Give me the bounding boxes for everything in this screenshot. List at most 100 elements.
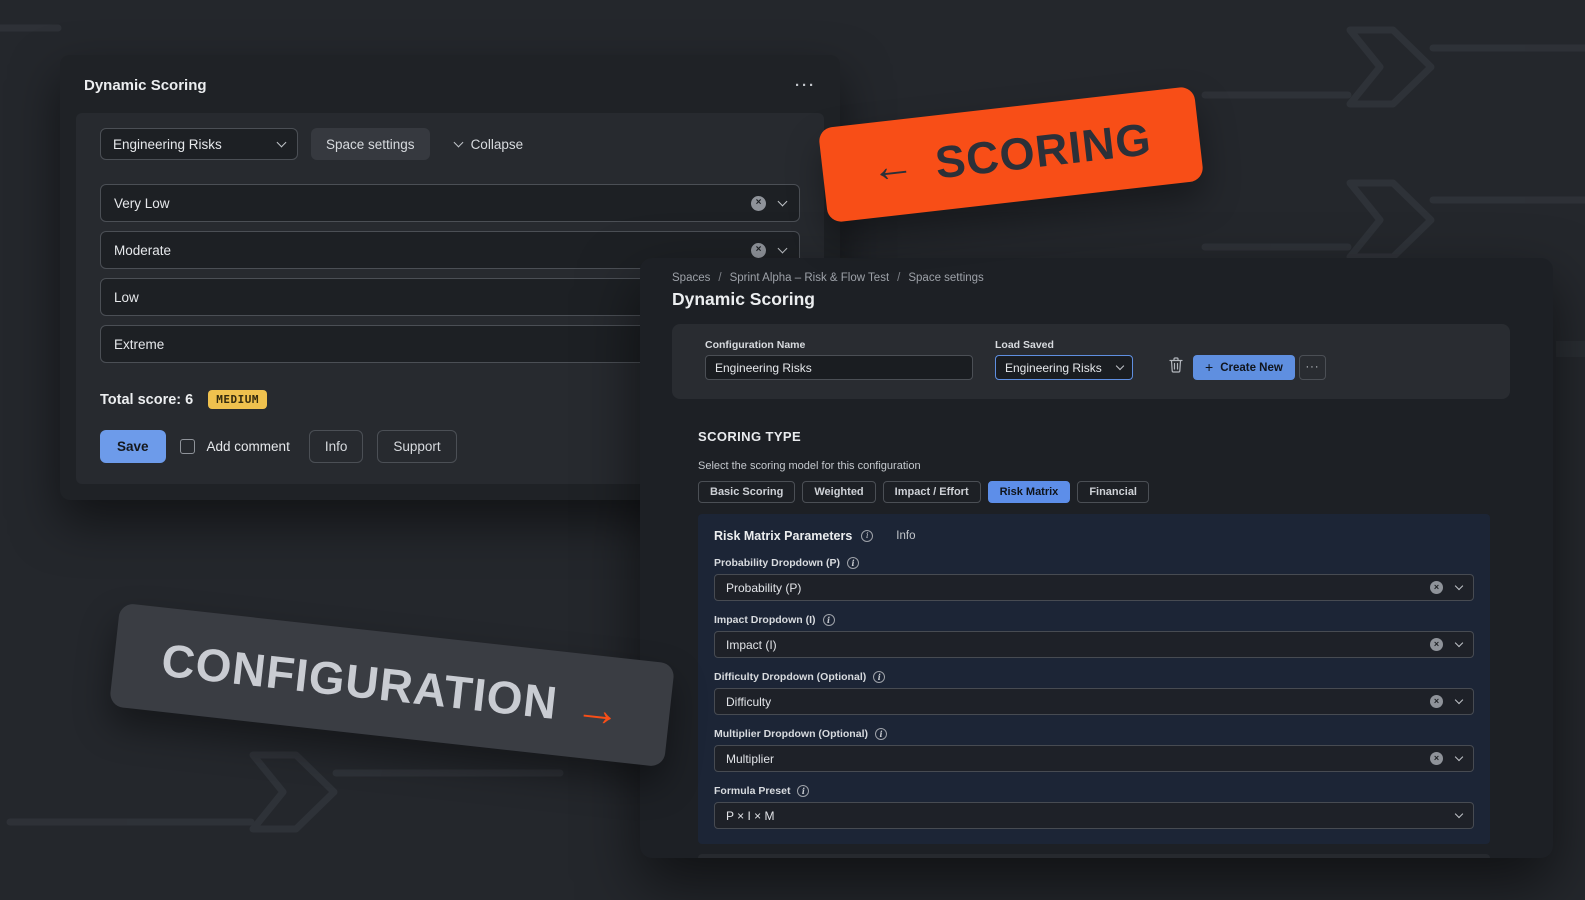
page-title: Dynamic Scoring — [672, 289, 1553, 310]
param-probability: Probability Dropdown (P) i Probability (… — [714, 557, 1474, 601]
param-label: Multiplier Dropdown (Optional) — [714, 728, 868, 740]
widget-title: Dynamic Scoring — [84, 77, 207, 94]
difficulty-select[interactable]: Difficulty × — [714, 688, 1474, 715]
clear-icon[interactable]: × — [1430, 581, 1443, 594]
dropdown-value: Very Low — [114, 196, 170, 211]
chevron-down-icon — [1116, 362, 1124, 370]
chevron-down-icon — [778, 243, 788, 253]
impact-select[interactable]: Impact (I) × — [714, 631, 1474, 658]
page-canvas: Dynamic Scoring ··· Engineering Risks Sp… — [0, 0, 1585, 900]
info-button[interactable]: Info — [309, 430, 364, 463]
param-label: Difficulty Dropdown (Optional) — [714, 671, 866, 683]
param-impact: Impact Dropdown (I) i Impact (I) × — [714, 614, 1474, 658]
info-icon[interactable]: i — [797, 785, 809, 797]
configuration-card: Configuration Name Load Saved Engineerin… — [672, 324, 1510, 399]
plus-icon: + — [1205, 359, 1213, 375]
chevron-down-icon — [1455, 752, 1463, 760]
params-header: Risk Matrix Parameters i Info — [714, 529, 1474, 543]
config-name-label: Configuration Name — [705, 339, 805, 351]
add-comment-label: Add comment — [207, 439, 290, 454]
breadcrumb-separator: / — [897, 272, 900, 284]
breadcrumb-item-space[interactable]: Sprint Alpha – Risk & Flow Test — [730, 272, 890, 284]
info-icon[interactable]: i — [875, 728, 887, 740]
clear-icon[interactable]: × — [1430, 638, 1443, 651]
scoring-type-hint: Select the scoring model for this config… — [698, 460, 1553, 472]
flow-arrow-icon — [253, 755, 334, 829]
widget-header: Dynamic Scoring ··· — [60, 55, 840, 94]
support-button[interactable]: Support — [377, 430, 456, 463]
flow-arrow-icon — [1350, 183, 1431, 257]
chevron-down-icon — [277, 137, 287, 147]
tab-impact-effort[interactable]: Impact / Effort — [883, 481, 981, 503]
param-select-value: P × I × M — [726, 809, 774, 823]
tab-risk-matrix[interactable]: Risk Matrix — [988, 481, 1071, 503]
chevron-down-icon — [778, 196, 788, 206]
flow-arrow-icon — [1350, 30, 1431, 104]
scoring-type-tabs: Basic Scoring Weighted Impact / Effort R… — [698, 481, 1553, 503]
score-severity-badge: MEDIUM — [208, 390, 267, 409]
dropdown-very-low[interactable]: Very Low × — [100, 184, 800, 222]
scoring-sticker-label: SCORING — [933, 113, 1155, 189]
param-select-value: Probability (P) — [726, 581, 801, 595]
tab-basic-scoring[interactable]: Basic Scoring — [698, 481, 795, 503]
arrow-right-icon: → — [572, 679, 625, 738]
param-label: Probability Dropdown (P) — [714, 557, 840, 569]
load-saved-select[interactable]: Engineering Risks — [995, 355, 1133, 380]
info-icon[interactable]: i — [847, 557, 859, 569]
more-options-button[interactable]: ··· — [1299, 355, 1326, 380]
collapse-toggle[interactable]: Collapse — [455, 137, 524, 152]
clear-icon[interactable]: × — [1430, 695, 1443, 708]
total-score-label: Total score: 6 — [100, 392, 193, 408]
formula-preset-select[interactable]: P × I × M — [714, 802, 1474, 829]
param-label: Impact Dropdown (I) — [714, 614, 816, 626]
load-saved-value: Engineering Risks — [1005, 361, 1102, 375]
dropdown-value: Extreme — [114, 337, 164, 352]
kebab-menu-icon[interactable]: ··· — [795, 77, 816, 94]
arrow-left-icon: ← — [868, 139, 918, 194]
param-difficulty: Difficulty Dropdown (Optional) i Difficu… — [714, 671, 1474, 715]
chevron-down-icon — [1455, 581, 1463, 589]
info-icon[interactable]: i — [861, 530, 873, 542]
clear-icon[interactable]: × — [751, 243, 766, 258]
trash-icon — [1169, 357, 1183, 373]
create-new-label: Create New — [1220, 362, 1283, 374]
breadcrumb: Spaces / Sprint Alpha – Risk & Flow Test… — [672, 272, 1553, 284]
dropdown-value: Moderate — [114, 243, 171, 258]
dropdown-value: Low — [114, 290, 139, 305]
configuration-sticker-label: CONFIGURATION — [159, 633, 561, 730]
chevron-down-icon — [1455, 638, 1463, 646]
breadcrumb-item-spaces[interactable]: Spaces — [672, 272, 710, 284]
clear-icon[interactable]: × — [1430, 752, 1443, 765]
load-saved-label: Load Saved — [995, 339, 1054, 351]
scoring-type-heading: SCORING TYPE — [698, 429, 1553, 444]
params-heading: Risk Matrix Parameters — [714, 529, 852, 543]
delete-configuration-button[interactable] — [1169, 357, 1183, 376]
create-new-button[interactable]: + Create New — [1193, 355, 1295, 380]
breadcrumb-item-current: Space settings — [908, 272, 983, 284]
space-settings-button[interactable]: Space settings — [311, 128, 430, 160]
risk-matrix-parameters-box: Risk Matrix Parameters i Info Probabilit… — [698, 514, 1490, 844]
tab-financial[interactable]: Financial — [1077, 481, 1149, 503]
multiplier-select[interactable]: Multiplier × — [714, 745, 1474, 772]
info-icon[interactable]: i — [823, 614, 835, 626]
clear-icon[interactable]: × — [751, 196, 766, 211]
chevron-down-icon — [1455, 809, 1463, 817]
params-info-link[interactable]: Info — [896, 530, 915, 542]
param-select-value: Multiplier — [726, 752, 774, 766]
param-select-value: Impact (I) — [726, 638, 777, 652]
param-select-value: Difficulty — [726, 695, 771, 709]
preset-select-value: Engineering Risks — [113, 137, 222, 152]
space-settings-panel: Spaces / Sprint Alpha – Risk & Flow Test… — [640, 258, 1553, 858]
info-icon[interactable]: i — [873, 671, 885, 683]
next-section-hint — [698, 854, 1490, 858]
param-label: Formula Preset — [714, 785, 790, 797]
probability-select[interactable]: Probability (P) × — [714, 574, 1474, 601]
tab-weighted[interactable]: Weighted — [802, 481, 875, 503]
config-name-input[interactable] — [705, 355, 973, 380]
widget-controls-row: Engineering Risks Space settings Collaps… — [100, 128, 800, 160]
param-formula-preset: Formula Preset i P × I × M — [714, 785, 1474, 829]
save-button[interactable]: Save — [100, 430, 166, 463]
configuration-preset-select[interactable]: Engineering Risks — [100, 128, 298, 160]
chevron-down-icon — [1455, 695, 1463, 703]
add-comment-checkbox[interactable] — [180, 439, 195, 454]
